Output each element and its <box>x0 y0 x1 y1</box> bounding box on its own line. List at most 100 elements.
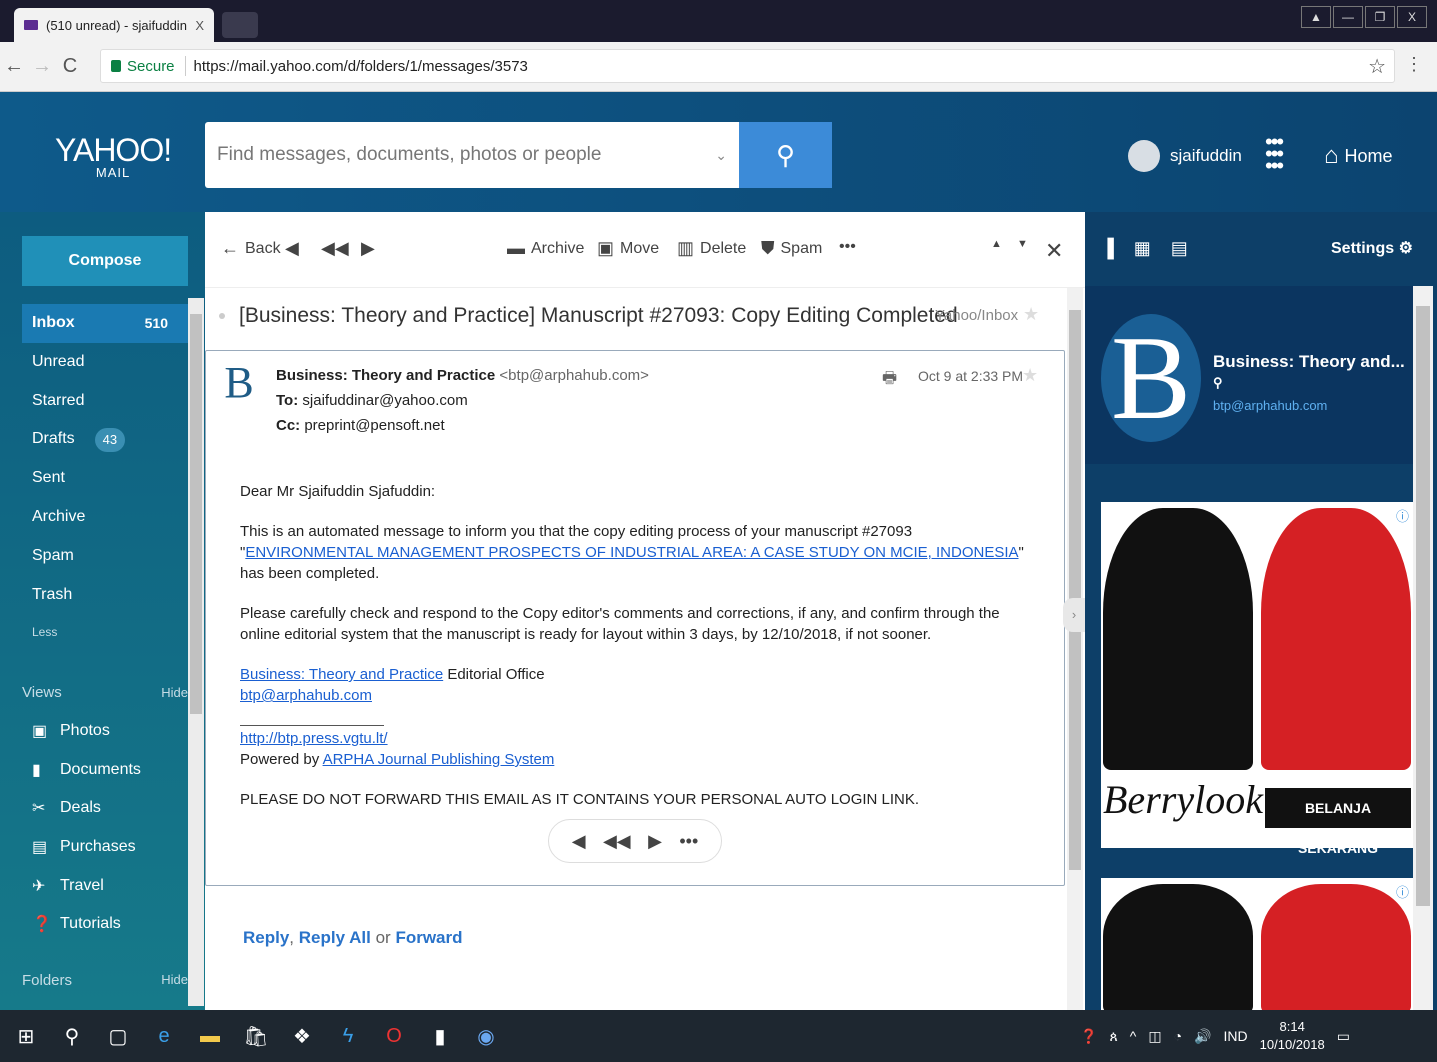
ad-banner[interactable]: ⓘ Berrylook BELANJA SEKARANG <box>1101 502 1413 856</box>
sender-name[interactable]: Business: Theory and Practice <box>276 367 495 384</box>
notepad-icon[interactable]: ▤ <box>1171 238 1188 259</box>
to-address[interactable]: sjaifuddinar@yahoo.com <box>302 392 467 409</box>
sidebar-item-sent[interactable]: Sent <box>22 459 188 498</box>
reply-button[interactable]: ◀ <box>285 238 299 259</box>
notification-icon[interactable]: ▭ <box>1337 1028 1350 1045</box>
sidebar-item-unread[interactable]: Unread <box>22 343 188 382</box>
sidebar-item-inbox[interactable]: Inbox 510 <box>22 304 188 343</box>
back-button[interactable]: ← Back <box>221 238 281 259</box>
contact-name[interactable]: Business: Theory and... ⚲ <box>1213 352 1413 392</box>
archive-button[interactable]: ▬ Archive <box>507 238 584 259</box>
reply-icon[interactable]: ◀ <box>572 831 586 852</box>
reload-icon[interactable]: C <box>56 55 84 78</box>
reply-all-button[interactable]: ◀◀ <box>321 238 349 259</box>
help-icon[interactable]: ❓ <box>1080 1028 1097 1045</box>
volume-icon[interactable]: 🔊 <box>1194 1028 1211 1045</box>
search-input[interactable]: Find messages, documents, photos or peop… <box>205 122 739 188</box>
apps-grid-icon[interactable]: ••• ••• ••• <box>1265 131 1284 177</box>
ad-info-icon[interactable]: ⓘ <box>1396 506 1409 525</box>
cc-address[interactable]: preprint@pensoft.net <box>304 417 444 434</box>
scroll-thumb[interactable] <box>1069 310 1081 870</box>
scroll-thumb[interactable] <box>1416 306 1430 906</box>
read-status-dot[interactable] <box>219 313 225 319</box>
store-icon[interactable]: 🛍 <box>236 1024 276 1049</box>
network-icon[interactable]: ◫ <box>1148 1028 1161 1045</box>
views-hide-link[interactable]: Hide <box>161 685 188 700</box>
windows-start-icon[interactable]: ⊞ <box>6 1024 46 1049</box>
sidebar-item-drafts[interactable]: Drafts 43 <box>22 420 188 459</box>
star-icon[interactable]: ★ <box>1022 365 1038 386</box>
language-indicator[interactable]: IND <box>1224 1028 1248 1044</box>
star-icon[interactable]: ★ <box>1023 304 1039 325</box>
view-purchases[interactable]: ▤ Purchases <box>32 828 141 867</box>
sidebar-item-archive[interactable]: Archive <box>22 498 188 537</box>
yahoo-mail-logo[interactable]: YAHOO! MAIL <box>55 132 172 180</box>
restore-button[interactable]: ❐ <box>1365 6 1395 28</box>
home-button[interactable]: ⌂ Home <box>1324 142 1393 170</box>
settings-button[interactable]: Settings ⚙ <box>1331 238 1413 258</box>
search-button[interactable]: ⚲ <box>739 122 832 188</box>
journal-link[interactable]: Business: Theory and Practice <box>240 666 443 683</box>
ad-cta-button[interactable]: BELANJA SEKARANG <box>1265 788 1411 856</box>
people-icon[interactable]: ጰ <box>1109 1028 1117 1045</box>
compose-button[interactable]: Compose <box>22 236 188 286</box>
journal-email-link[interactable]: btp@arphahub.com <box>240 687 372 704</box>
print-icon[interactable]: 🖶 <box>882 367 897 394</box>
close-message-button[interactable]: ✕ <box>1045 238 1063 264</box>
search-icon[interactable]: ⚲ <box>52 1024 92 1049</box>
new-tab-button[interactable] <box>222 12 258 38</box>
move-button[interactable]: ▣ Move <box>597 238 659 259</box>
browser-menu-icon[interactable]: ⋮ <box>1405 54 1423 75</box>
collapse-panel-button[interactable]: › <box>1063 598 1085 632</box>
forward-link[interactable]: Forward <box>395 928 462 947</box>
sidebar-item-spam[interactable]: Spam <box>22 537 188 576</box>
user-menu[interactable]: sjaifuddin <box>1128 140 1242 172</box>
right-panel-scrollbar[interactable] <box>1413 286 1433 1010</box>
url-field[interactable]: Secure https://mail.yahoo.com/d/folders/… <box>100 49 1395 83</box>
file-explorer-icon[interactable]: ▬ <box>190 1025 230 1048</box>
contacts-icon[interactable]: ▐ <box>1101 238 1114 259</box>
forward-button[interactable]: ▶ <box>361 238 375 259</box>
contact-email[interactable]: btp@arphahub.com <box>1213 398 1327 413</box>
chevron-down-icon[interactable]: ⌄ <box>715 147 727 164</box>
task-view-icon[interactable]: ▢ <box>98 1024 138 1049</box>
clock[interactable]: 8:14 10/10/2018 <box>1260 1018 1325 1054</box>
next-message-button[interactable]: ▼ <box>1017 238 1028 250</box>
ad-banner[interactable]: ⓘ <box>1101 878 1413 1014</box>
view-travel[interactable]: ✈ Travel <box>32 866 141 905</box>
opera-icon[interactable]: O <box>374 1025 414 1048</box>
minimize-button[interactable]: — <box>1333 6 1363 28</box>
edge-icon[interactable]: e <box>144 1025 184 1048</box>
profile-icon[interactable]: ▲ <box>1301 6 1331 28</box>
site-link[interactable]: http://btp.press.vgtu.lt/ <box>240 730 388 747</box>
notepad-icon[interactable]: ▮ <box>420 1024 460 1049</box>
folders-hide-link[interactable]: Hide <box>161 972 188 989</box>
back-arrow-icon[interactable]: ← <box>0 55 28 78</box>
tab-close-button[interactable]: X <box>195 18 204 33</box>
message-scrollbar[interactable] <box>1067 288 1083 1010</box>
search-icon[interactable]: ⚲ <box>1213 375 1223 390</box>
browser-tab[interactable]: (510 unread) - sjaifuddin X <box>14 8 214 42</box>
manuscript-link[interactable]: ENVIRONMENTAL MANAGEMENT PROSPECTS OF IN… <box>245 544 1018 561</box>
dropbox-icon[interactable]: ❖ <box>282 1024 322 1049</box>
sidebar-scrollbar[interactable] <box>188 298 204 1006</box>
view-documents[interactable]: ▮ Documents <box>32 751 141 790</box>
spam-button[interactable]: ⛊ Spam <box>761 238 822 259</box>
view-deals[interactable]: ✂ Deals <box>32 789 141 828</box>
prev-message-button[interactable]: ▲ <box>991 238 1002 250</box>
more-button[interactable]: ••• <box>839 238 856 256</box>
view-tutorials[interactable]: ❓ Tutorials <box>32 905 141 944</box>
reply-link[interactable]: Reply <box>243 928 289 947</box>
close-window-button[interactable]: X <box>1397 6 1427 28</box>
forward-arrow-icon[interactable]: → <box>28 55 56 78</box>
scroll-thumb[interactable] <box>190 314 202 714</box>
bookmark-star-icon[interactable]: ☆ <box>1368 54 1386 79</box>
sidebar-item-less[interactable]: Less <box>22 614 188 650</box>
chrome-icon[interactable]: ◉ <box>466 1024 506 1049</box>
wifi-icon[interactable]: ◔ <box>1174 1028 1182 1044</box>
sidebar-item-trash[interactable]: Trash <box>22 576 188 615</box>
winamp-icon[interactable]: ϟ <box>328 1025 368 1048</box>
arpha-link[interactable]: ARPHA Journal Publishing System <box>323 751 555 768</box>
sidebar-item-starred[interactable]: Starred <box>22 382 188 421</box>
show-hidden-icons[interactable]: ^ <box>1130 1028 1137 1044</box>
